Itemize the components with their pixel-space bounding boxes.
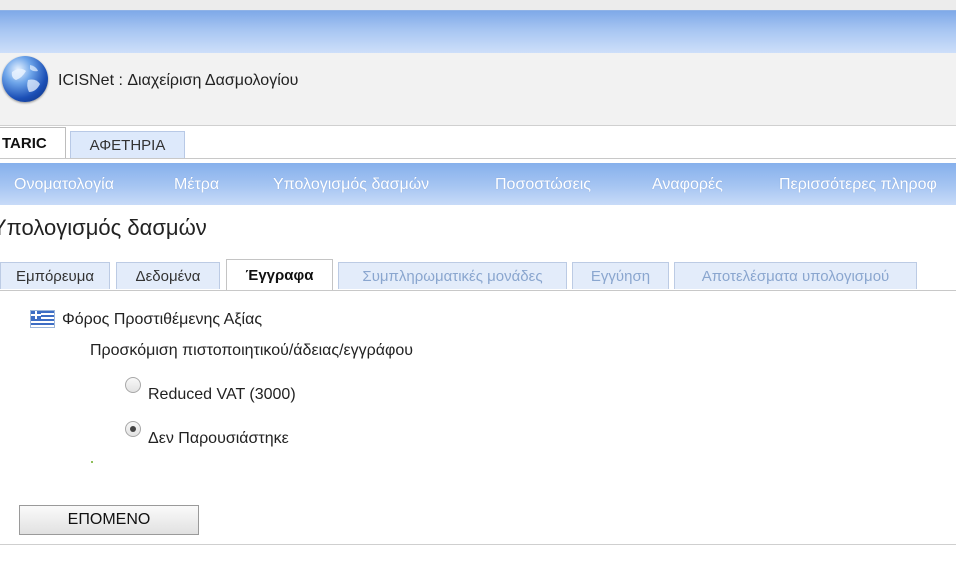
app-title: ICISNet : Διαχείριση Δασμολογίου [58, 72, 299, 89]
tab-calculation-results: Αποτελέσματα υπολογισμού [674, 262, 917, 289]
separator-dot [91, 461, 93, 463]
greek-flag-icon [30, 310, 55, 328]
tab-taric[interactable]: TARIC [0, 127, 66, 158]
next-button[interactable]: ΕΠΟΜΕΝΟ [19, 505, 199, 535]
nav-item-more-info[interactable]: Περισσότερες πληροφ [779, 163, 937, 205]
documents-panel: Φόρος Προστιθέμενης Αξίας Προσκόμιση πισ… [0, 291, 956, 545]
page-title: Υπολογισμός δασμών [0, 215, 207, 240]
calculation-tabs: Εμπόρευμα Δεδομένα Έγγραφα Συμπληρωματικ… [0, 258, 956, 291]
nav-item-measures[interactable]: Μέτρα [174, 163, 219, 205]
top-tabs: TARIC ΑΦΕΤΗΡΙΑ [0, 126, 956, 159]
main-nav: Ονοματολογία Μέτρα Υπολογισμός δασμών Πο… [0, 163, 956, 205]
tab-guarantee: Εγγύηση [572, 262, 669, 289]
document-question-label: Προσκόμιση πιστοποιητικού/άδειας/εγγράφο… [90, 342, 414, 359]
tab-supplementary-units: Συμπληρωματικές μονάδες [338, 262, 567, 289]
tab-afetiria[interactable]: ΑΦΕΤΗΡΙΑ [70, 131, 185, 158]
nav-item-duty-calculation[interactable]: Υπολογισμός δασμών [273, 163, 429, 205]
nav-item-nomenclature[interactable]: Ονοματολογία [14, 163, 114, 205]
reduced-vat-radio[interactable] [125, 377, 141, 393]
not-presented-radio[interactable] [125, 421, 141, 437]
nav-item-quotas[interactable]: Ποσοστώσεις [495, 163, 591, 205]
tab-data[interactable]: Δεδομένα [116, 262, 220, 289]
globe-logo-icon [2, 56, 48, 102]
not-presented-label[interactable]: Δεν Παρουσιάστηκε [148, 430, 289, 448]
app-header: ICISNet : Διαχείριση Δασμολογίου [0, 53, 956, 126]
nav-item-reports[interactable]: Αναφορές [652, 163, 723, 205]
vat-section-label: Φόρος Προστιθέμενης Αξίας [62, 311, 263, 328]
tab-goods[interactable]: Εμπόρευμα [0, 262, 110, 289]
header-band [0, 10, 956, 54]
top-border [0, 0, 956, 10]
reduced-vat-label[interactable]: Reduced VAT (3000) [148, 386, 296, 404]
tab-documents[interactable]: Έγγραφα [226, 259, 333, 290]
